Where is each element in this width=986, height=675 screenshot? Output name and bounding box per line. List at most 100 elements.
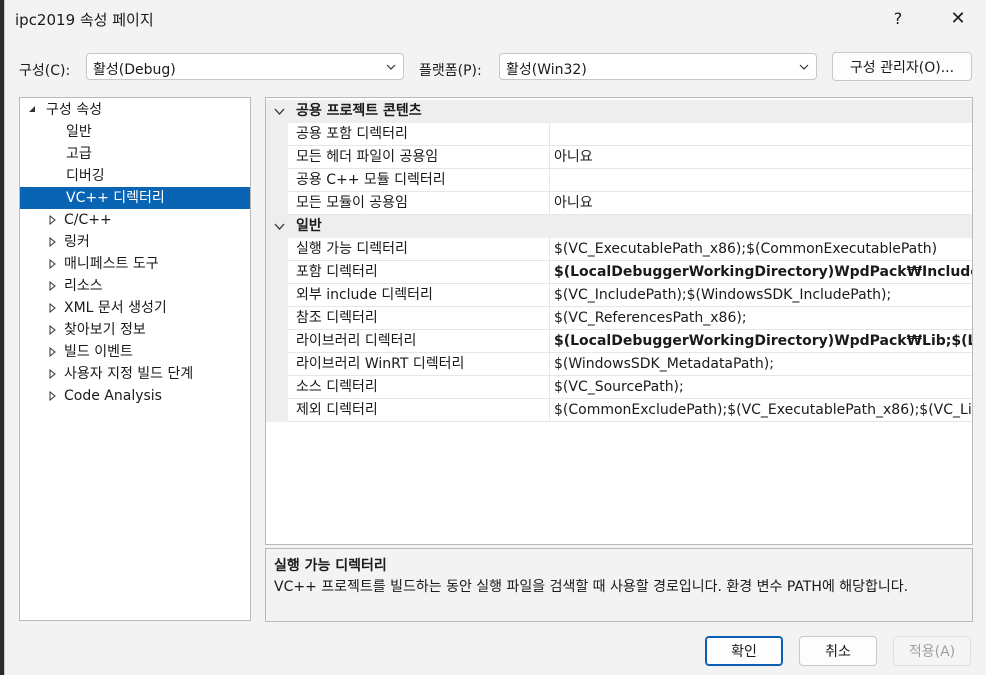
property-value[interactable]: $(LocalDebuggerWorkingDirectory)WpdPack₩… <box>554 261 972 284</box>
tree-collapsed-icon <box>49 325 56 335</box>
category-header[interactable]: 공용 프로젝트 콘텐츠 <box>266 100 972 123</box>
platform-label: 플랫폼(P): <box>419 63 482 79</box>
chevron-down-icon <box>799 64 809 70</box>
tree-item-label: 일반 <box>66 124 92 140</box>
tree-item-label: Code Analysis <box>64 388 162 404</box>
property-name: 라이브러리 WinRT 디렉터리 <box>296 356 465 372</box>
tree-item-label: 리소스 <box>64 278 103 294</box>
tree-collapsed-icon <box>49 347 56 357</box>
property-row[interactable]: 모든 헤더 파일이 공용임 아니요 <box>266 146 972 169</box>
close-icon: ✕ <box>950 7 966 29</box>
property-name: 모든 모듈이 공용임 <box>296 195 408 211</box>
platform-combo[interactable]: 활성(Win32) <box>499 53 817 80</box>
chevron-down-icon <box>274 223 285 230</box>
platform-combo-value: 활성(Win32) <box>506 62 587 78</box>
cancel-button[interactable]: 취소 <box>799 636 877 666</box>
tree-item-label: 고급 <box>66 146 92 162</box>
property-value[interactable]: $(VC_SourcePath); <box>554 376 972 399</box>
tree-collapsed-icon <box>49 369 56 379</box>
property-value[interactable]: $(WindowsSDK_MetadataPath); <box>554 353 972 376</box>
chevron-down-icon <box>386 64 396 70</box>
property-name: 제외 디렉터리 <box>296 402 378 418</box>
help-button[interactable]: ? <box>875 0 921 36</box>
property-name: 실행 가능 디렉터리 <box>296 241 408 257</box>
tree-collapsed-icon <box>49 391 56 401</box>
property-name: 라이브러리 디렉터리 <box>296 333 417 349</box>
property-row[interactable]: 소스 디렉터리 $(VC_SourcePath); <box>266 376 972 399</box>
property-value[interactable]: $(VC_ExecutablePath_x86);$(CommonExecuta… <box>554 238 972 261</box>
tree-item-label: 사용자 지정 빌드 단계 <box>64 366 194 382</box>
description-title: 실행 가능 디렉터리 <box>274 558 387 574</box>
tree-item-label: 디버깅 <box>66 168 105 184</box>
tree-item-label: 링커 <box>64 234 90 250</box>
tree-item-group[interactable]: 사용자 지정 빌드 단계 <box>20 363 250 385</box>
config-label: 구성(C): <box>19 63 71 79</box>
property-name: 공용 C++ 모듈 디렉터리 <box>296 172 446 188</box>
tree-item-label: C/C++ <box>64 212 112 228</box>
config-manager-button[interactable]: 구성 관리자(O)... <box>832 52 972 81</box>
tree-item-group[interactable]: Code Analysis <box>20 385 250 407</box>
property-row[interactable]: 외부 include 디렉터리 $(VC_IncludePath);$(Wind… <box>266 284 972 307</box>
property-row[interactable]: 공용 C++ 모듈 디렉터리 <box>266 169 972 192</box>
apply-button[interactable]: 적용(A) <box>893 636 971 666</box>
tree-item-group[interactable]: XML 문서 생성기 <box>20 297 250 319</box>
property-grid: 공용 프로젝트 콘텐츠 공용 포함 디렉터리 모든 헤더 파일이 공용임 아니요… <box>265 97 973 545</box>
tree-item-vc-directories[interactable]: VC++ 디렉터리 <box>20 187 250 209</box>
category-title: 공용 프로젝트 콘텐츠 <box>296 103 422 119</box>
property-name: 포함 디렉터리 <box>296 264 378 280</box>
tree-collapsed-icon <box>49 259 56 269</box>
ok-button[interactable]: 확인 <box>705 636 783 666</box>
tree-item-config-properties[interactable]: 구성 속성 <box>20 99 250 121</box>
tree-item-group[interactable]: 매니페스트 도구 <box>20 253 250 275</box>
tree-collapsed-icon <box>49 215 56 225</box>
tree-item-group[interactable]: 찾아보기 정보 <box>20 319 250 341</box>
tree-item-group[interactable]: 리소스 <box>20 275 250 297</box>
property-row[interactable]: 라이브러리 WinRT 디렉터리 $(WindowsSDK_MetadataPa… <box>266 353 972 376</box>
tree-item-debugging[interactable]: 디버깅 <box>20 165 250 187</box>
property-row[interactable]: 제외 디렉터리 $(CommonExcludePath);$(VC_Execut… <box>266 399 972 422</box>
property-name: 참조 디렉터리 <box>296 310 378 326</box>
property-value[interactable]: $(LocalDebuggerWorkingDirectory)WpdPack₩… <box>554 330 972 353</box>
property-row[interactable]: 모든 모듈이 공용임 아니요 <box>266 192 972 215</box>
property-value[interactable]: $(VC_IncludePath);$(WindowsSDK_IncludePa… <box>554 284 972 307</box>
tree-expanded-icon <box>29 106 35 112</box>
tree-item-general[interactable]: 일반 <box>20 121 250 143</box>
property-name: 모든 헤더 파일이 공용임 <box>296 149 439 165</box>
config-combo-value: 활성(Debug) <box>93 62 176 78</box>
tree-item-label: 매니페스트 도구 <box>64 256 159 272</box>
property-row[interactable]: 참조 디렉터리 $(VC_ReferencesPath_x86); <box>266 307 972 330</box>
description-panel: 실행 가능 디렉터리 VC++ 프로젝트를 빌드하는 동안 실행 파일을 검색할… <box>265 548 973 622</box>
tree-item-group[interactable]: 링커 <box>20 231 250 253</box>
tree-item-advanced[interactable]: 고급 <box>20 143 250 165</box>
tree-collapsed-icon <box>49 303 56 313</box>
property-value[interactable]: $(CommonExcludePath);$(VC_ExecutablePath… <box>554 399 972 422</box>
window-title: ipc2019 속성 페이지 <box>15 11 154 29</box>
property-pages-dialog: ipc2019 속성 페이지 ? ✕ 구성(C): 활성(Debug) 플랫폼(… <box>4 0 986 675</box>
tree-item-label: 빌드 이벤트 <box>64 344 133 360</box>
property-row[interactable]: 라이브러리 디렉터리 $(LocalDebuggerWorkingDirecto… <box>266 330 972 353</box>
property-row[interactable]: 공용 포함 디렉터리 <box>266 123 972 146</box>
tree-item-group[interactable]: C/C++ <box>20 209 250 231</box>
tree-item-label: 구성 속성 <box>46 102 102 118</box>
tree-item-label: 찾아보기 정보 <box>64 322 146 338</box>
chevron-down-icon <box>274 108 285 115</box>
config-combo[interactable]: 활성(Debug) <box>86 53 404 80</box>
tree-item-group[interactable]: 빌드 이벤트 <box>20 341 250 363</box>
property-value[interactable]: 아니요 <box>554 146 972 169</box>
title-bar: ipc2019 속성 페이지 ? ✕ <box>5 0 986 38</box>
close-button[interactable]: ✕ <box>935 0 981 36</box>
property-value[interactable]: 아니요 <box>554 192 972 215</box>
property-name: 소스 디렉터리 <box>296 379 378 395</box>
help-icon: ? <box>893 8 903 28</box>
category-title: 일반 <box>296 218 322 234</box>
property-row[interactable]: 실행 가능 디렉터리 $(VC_ExecutablePath_x86);$(Co… <box>266 238 972 261</box>
category-tree: 구성 속성 일반 고급 디버깅 VC++ 디렉터리 C/C++ 링커 매니페스트… <box>19 97 251 621</box>
tree-collapsed-icon <box>49 281 56 291</box>
category-header[interactable]: 일반 <box>266 215 972 238</box>
property-row[interactable]: 포함 디렉터리 $(LocalDebuggerWorkingDirectory)… <box>266 261 972 284</box>
description-text: VC++ 프로젝트를 빌드하는 동안 실행 파일을 검색할 때 사용할 경로입니… <box>274 579 909 595</box>
tree-collapsed-icon <box>49 237 56 247</box>
property-name: 외부 include 디렉터리 <box>296 287 433 303</box>
property-value[interactable]: $(VC_ReferencesPath_x86); <box>554 307 972 330</box>
tree-item-label: VC++ 디렉터리 <box>66 190 165 206</box>
